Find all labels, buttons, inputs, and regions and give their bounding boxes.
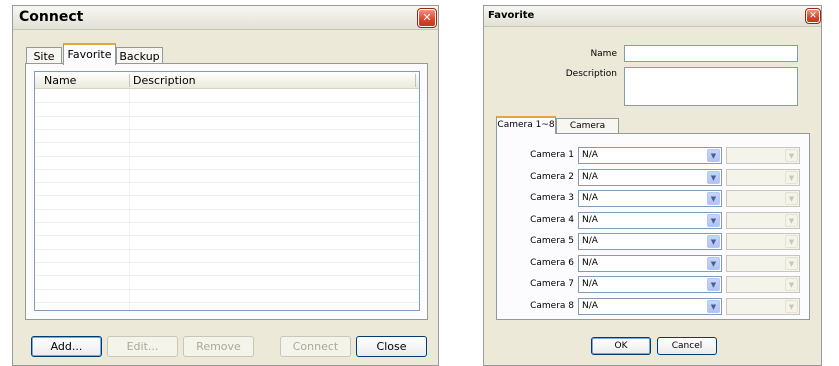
- list-row-line: [35, 235, 419, 236]
- tab-site[interactable]: Site: [26, 47, 62, 64]
- column-separator[interactable]: [129, 74, 130, 87]
- chevron-down-icon[interactable]: ▼: [707, 192, 720, 205]
- ok-button[interactable]: OK: [591, 337, 651, 355]
- list-column-line: [129, 89, 130, 310]
- camera-secondary-select[interactable]: ▼: [726, 169, 800, 186]
- camera-label: Camera 2: [530, 172, 574, 182]
- list-row-line: [35, 209, 419, 210]
- list-row-line: [35, 302, 419, 303]
- name-input[interactable]: [624, 45, 798, 62]
- chevron-down-icon[interactable]: ▼: [707, 235, 720, 248]
- camera-label: Camera 8: [530, 301, 574, 311]
- chevron-down-icon[interactable]: ▼: [785, 257, 798, 270]
- cancel-button[interactable]: Cancel: [657, 337, 717, 355]
- favorite-list[interactable]: Name Description: [34, 71, 420, 311]
- camera-select[interactable]: N/A ▼: [578, 298, 722, 315]
- name-label: Name: [590, 49, 617, 59]
- camera-secondary-select[interactable]: ▼: [726, 190, 800, 207]
- camera-secondary-select[interactable]: ▼: [726, 212, 800, 229]
- camera-select-value: N/A: [582, 172, 598, 182]
- chevron-down-icon[interactable]: ▼: [707, 214, 720, 227]
- list-row-line: [35, 142, 419, 143]
- camera-select-value: N/A: [582, 193, 598, 203]
- camera-secondary-select[interactable]: ▼: [726, 276, 800, 293]
- tab-camera-9-16[interactable]: Camera 9~16: [556, 118, 619, 145]
- list-row-line: [35, 116, 419, 117]
- connect-title: Connect: [19, 9, 84, 25]
- chevron-down-icon[interactable]: ▼: [785, 300, 798, 313]
- camera-select-value: N/A: [582, 301, 598, 311]
- chevron-down-icon[interactable]: ▼: [785, 149, 798, 162]
- add-button[interactable]: Add...: [31, 336, 102, 357]
- favorite-list-header: Name Description: [35, 72, 419, 89]
- description-input[interactable]: [624, 67, 798, 106]
- camera-select[interactable]: N/A ▼: [578, 147, 722, 164]
- favorite-titlebar: Favorite ✕: [484, 6, 821, 27]
- chevron-down-icon[interactable]: ▼: [707, 300, 720, 313]
- camera-label: Camera 3: [530, 193, 574, 203]
- list-row-line: [35, 129, 419, 130]
- chevron-down-icon[interactable]: ▼: [707, 278, 720, 291]
- list-row-line: [35, 169, 419, 170]
- camera-select-value: N/A: [582, 150, 598, 160]
- chevron-down-icon[interactable]: ▼: [785, 171, 798, 184]
- camera-label: Camera 6: [530, 258, 574, 268]
- connect-button[interactable]: Connect: [280, 336, 351, 357]
- camera-select[interactable]: N/A ▼: [578, 190, 722, 207]
- list-row-line: [35, 249, 419, 250]
- camera-label: Camera 4: [530, 215, 574, 225]
- chevron-down-icon[interactable]: ▼: [707, 171, 720, 184]
- camera-secondary-select[interactable]: ▼: [726, 147, 800, 164]
- chevron-down-icon[interactable]: ▼: [707, 149, 720, 162]
- favorite-close-icon[interactable]: ✕: [805, 8, 821, 24]
- camera-secondary-select[interactable]: ▼: [726, 233, 800, 250]
- chevron-down-icon[interactable]: ▼: [785, 235, 798, 248]
- description-label: Description: [565, 69, 617, 79]
- camera-label: Camera 7: [530, 279, 574, 289]
- camera-select-value: N/A: [582, 215, 598, 225]
- camera-label: Camera 5: [530, 236, 574, 246]
- chevron-down-icon[interactable]: ▼: [707, 257, 720, 270]
- chevron-down-icon[interactable]: ▼: [785, 278, 798, 291]
- connect-titlebar: Connect ✕: [13, 6, 438, 30]
- camera-select[interactable]: N/A ▼: [578, 212, 722, 229]
- chevron-down-icon[interactable]: ▼: [785, 192, 798, 205]
- list-row-line: [35, 156, 419, 157]
- tab-backup[interactable]: Backup: [116, 47, 163, 64]
- list-row-line: [35, 262, 419, 263]
- favorite-dialog: Favorite ✕ Name Description Camera 1~8 C…: [483, 5, 822, 366]
- column-separator[interactable]: [415, 74, 416, 87]
- camera-select-value: N/A: [582, 236, 598, 246]
- tab-camera-1-8[interactable]: Camera 1~8: [496, 116, 556, 134]
- camera-select[interactable]: N/A ▼: [578, 169, 722, 186]
- remove-button[interactable]: Remove: [183, 336, 254, 357]
- list-row-line: [35, 182, 419, 183]
- favorite-title: Favorite: [488, 10, 535, 21]
- list-row-line: [35, 275, 419, 276]
- camera-select[interactable]: N/A ▼: [578, 233, 722, 250]
- column-header-description[interactable]: Description: [133, 74, 196, 87]
- camera-select[interactable]: N/A ▼: [578, 255, 722, 272]
- column-header-name[interactable]: Name: [44, 74, 76, 87]
- favorite-tab-panel: Name Description: [25, 63, 428, 320]
- camera-secondary-select[interactable]: ▼: [726, 255, 800, 272]
- camera-label: Camera 1: [530, 150, 574, 160]
- list-row-line: [35, 195, 419, 196]
- list-row-line: [35, 102, 419, 103]
- list-row-line: [35, 289, 419, 290]
- camera-select-value: N/A: [582, 258, 598, 268]
- connect-dialog: Connect ✕ Site Favorite Backup Name Desc…: [12, 5, 439, 366]
- edit-button[interactable]: Edit...: [107, 336, 178, 357]
- camera-secondary-select[interactable]: ▼: [726, 298, 800, 315]
- camera-tab-panel: Camera 1 N/A ▼ ▼ Camera 2 N/A ▼ ▼ Camera 3 N/A ▼ ▼ C…: [496, 133, 810, 320]
- connect-close-icon[interactable]: ✕: [417, 8, 437, 28]
- tab-favorite[interactable]: Favorite: [63, 43, 116, 65]
- close-button[interactable]: Close: [356, 336, 427, 357]
- camera-select-value: N/A: [582, 279, 598, 289]
- chevron-down-icon[interactable]: ▼: [785, 214, 798, 227]
- camera-select[interactable]: N/A ▼: [578, 276, 722, 293]
- list-row-line: [35, 222, 419, 223]
